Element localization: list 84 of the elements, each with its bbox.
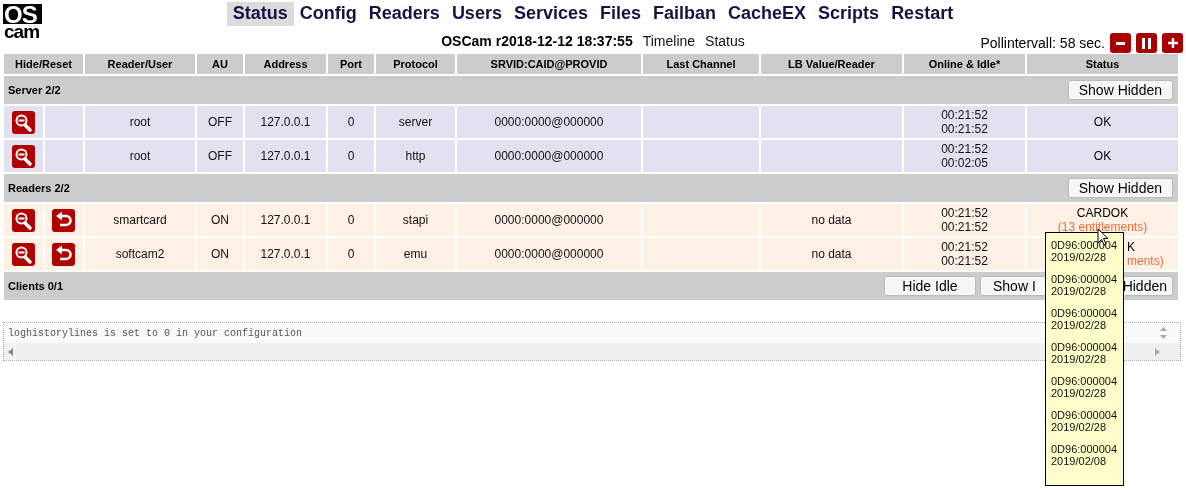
online-time: 00:21:52 <box>940 206 989 220</box>
status-text: CARDOK <box>1075 206 1130 220</box>
table-cell: 0 <box>347 115 355 129</box>
idle-time: 00:21:52 <box>940 122 989 136</box>
table-cell: 0 <box>347 247 355 261</box>
version-text: OSCam r2018-12-12 18:37:55 <box>441 33 633 49</box>
table-cell: OFF <box>208 149 232 163</box>
column-header: SRVID:CAID@PROVID <box>457 54 641 74</box>
table-cell: stapi <box>402 213 429 227</box>
table-cell: ON <box>211 247 229 261</box>
table-cell: no data <box>811 247 852 261</box>
nav-tab[interactable]: CacheEX <box>722 2 813 26</box>
column-header: Port <box>328 54 374 74</box>
group-title: Server 2/2 <box>8 84 61 96</box>
entitlement-id: 0D96:000004 <box>1051 443 1119 455</box>
entitlement-id: 0D96:000004 <box>1051 239 1119 251</box>
group-title: Readers 2/2 <box>8 182 70 194</box>
column-header: AU <box>197 54 243 74</box>
idle-time: 00:21:52 <box>940 254 989 268</box>
entitlement-date: 2019/02/08 <box>1051 455 1108 467</box>
nav-tab[interactable]: Files <box>594 2 648 26</box>
table-cell: softcam2 <box>115 247 165 261</box>
entitlement-date: 2019/02/28 <box>1051 353 1108 365</box>
entitlement-id: 0D96:000004 <box>1051 375 1119 387</box>
column-header: LB Value/Reader <box>761 54 902 74</box>
group-title: Clients 0/1 <box>8 280 64 292</box>
idle-time: 00:21:52 <box>940 220 989 234</box>
log-text: loghistorylines is set to 0 in your configuration <box>8 327 303 339</box>
filter-button[interactable]: Show Hidden <box>1067 80 1173 100</box>
filter-button[interactable]: Hide Idle <box>884 276 976 296</box>
table-cell: OFF <box>208 115 232 129</box>
table-cell: 127.0.0.1 <box>260 115 311 129</box>
nav-tab[interactable]: Restart <box>885 2 960 26</box>
table-cell: smartcard <box>113 213 167 227</box>
view-link[interactable]: Timeline <box>642 33 696 49</box>
table-cell: ON <box>211 213 229 227</box>
column-header: Last Channel <box>643 54 759 74</box>
table-cell: 127.0.0.1 <box>260 149 311 163</box>
online-time: 00:21:52 <box>940 240 989 254</box>
entitlement-date: 2019/02/28 <box>1051 251 1108 263</box>
column-header: Online & Idle* <box>904 54 1025 74</box>
table-cell: root <box>129 115 151 129</box>
table-cell: emu <box>403 247 428 261</box>
nav-tab[interactable]: Services <box>507 2 594 26</box>
online-time: 00:21:52 <box>940 142 989 156</box>
table-cell: 0000:0000@000000 <box>494 149 604 163</box>
nav-tab[interactable]: Status <box>226 2 294 26</box>
entitlement-date: 2019/02/28 <box>1051 387 1108 399</box>
table-cell: 0000:0000@000000 <box>494 213 604 227</box>
logo-text: OS <box>3 4 42 25</box>
nav-tab[interactable]: Failban <box>647 2 723 26</box>
table-cell: root <box>129 149 151 163</box>
nav-tab[interactable]: Scripts <box>812 2 886 26</box>
column-header: Hide/Reset <box>4 54 83 74</box>
table-cell: 127.0.0.1 <box>260 247 311 261</box>
table-cell: 127.0.0.1 <box>260 213 311 227</box>
column-header: Status <box>1027 54 1178 74</box>
entitlement-date: 2019/02/28 <box>1051 319 1108 331</box>
status-text: OK <box>1092 149 1113 163</box>
table-cell: 0000:0000@000000 <box>494 115 604 129</box>
entitlement-id: 0D96:000004 <box>1051 409 1119 421</box>
idle-time: 00:02:05 <box>940 156 989 170</box>
entitlement-id: 0D96:000004 <box>1051 341 1119 353</box>
poll-interval-text: Pollintervall: 58 sec. <box>980 35 1105 51</box>
entitlement-id: 0D96:000004 <box>1051 307 1119 319</box>
table-cell: no data <box>811 213 852 227</box>
filter-button[interactable]: Show Hidden <box>1067 178 1173 198</box>
entitlement-date: 2019/02/28 <box>1051 421 1108 433</box>
column-header: Protocol <box>376 54 455 74</box>
column-header: Reader/User <box>85 54 195 74</box>
table-cell: 0000:0000@000000 <box>494 247 604 261</box>
table-cell: http <box>405 149 426 163</box>
table-cell: server <box>398 115 433 129</box>
table-cell: 0 <box>347 149 355 163</box>
online-time: 00:21:52 <box>940 108 989 122</box>
status-text: OK <box>1092 115 1113 129</box>
table-cell: 0 <box>347 213 355 227</box>
logo-text: cam <box>3 24 41 40</box>
status-text: K <box>1127 240 1136 254</box>
nav-tab[interactable]: Readers <box>362 2 446 26</box>
view-link[interactable]: Status <box>705 33 745 49</box>
nav-tab[interactable]: Users <box>445 2 508 26</box>
column-header: Address <box>245 54 326 74</box>
nav-tab[interactable]: Config <box>293 2 363 26</box>
